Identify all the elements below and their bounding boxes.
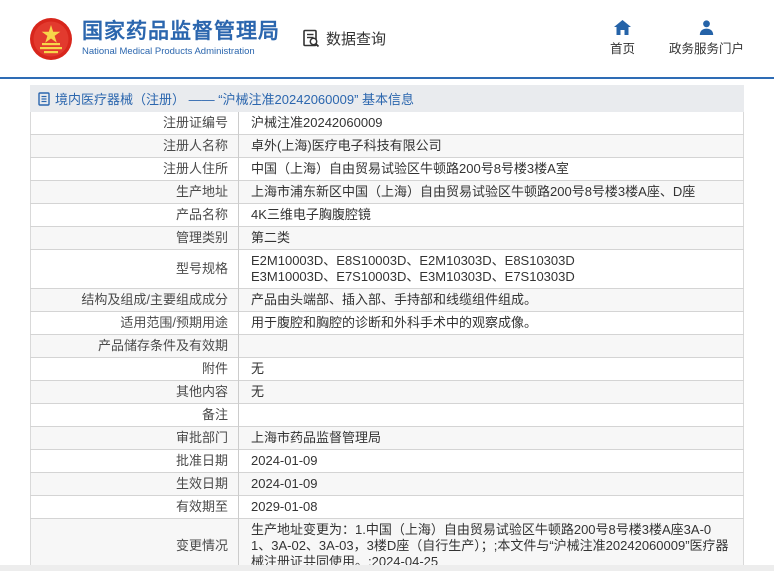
table-row: 变更情况 生产地址变更为：1.中国（上海）自由贸易试验区牛顿路200号8号楼3楼A… — [30, 518, 744, 571]
table-row: 产品名称 4K三维电子胸腹腔镜 — [30, 203, 744, 227]
table-row: 注册人名称 卓外(上海)医疗电子科技有限公司 — [30, 134, 744, 158]
agency-title-block: 国家药品监督管理局 National Medical Products Admi… — [82, 20, 280, 57]
nav-portal-label: 政务服务门户 — [668, 42, 744, 56]
site-header: 国家药品监督管理局 National Medical Products Admi… — [0, 0, 774, 79]
table-row: 生产地址 上海市浦东新区中国（上海）自由贸易试验区牛顿路200号8号楼3楼A座、D… — [30, 180, 744, 204]
table-row: 型号规格 E2M10003D、E8S10003D、E2M10303D、E8S103… — [30, 249, 744, 289]
row-value: 卓外(上海)医疗电子科技有限公司 — [238, 134, 744, 158]
row-value — [238, 403, 744, 427]
home-icon — [613, 20, 631, 35]
page-title: 境内医疗器械（注册） —— “沪械注准20242060009” 基本信息 — [55, 92, 415, 107]
main-content: 境内医疗器械（注册） —— “沪械注准20242060009” 基本信息 注册证… — [0, 79, 774, 571]
row-value: 中国（上海）自由贸易试验区牛顿路200号8号楼3楼A室 — [238, 157, 744, 181]
row-label: 审批部门 — [175, 430, 228, 445]
table-row: 产品储存条件及有效期 — [30, 334, 744, 358]
row-value: 上海市浦东新区中国（上海）自由贸易试验区牛顿路200号8号楼3楼A座、D座 — [238, 180, 744, 204]
agency-brand: 国家药品监督管理局 National Medical Products Admi… — [30, 17, 280, 60]
row-label: 附件 — [201, 361, 228, 376]
row-value: 2024-01-09 — [238, 449, 744, 473]
header-nav: 首页 政务服务门户 — [610, 20, 744, 57]
row-value: 生产地址变更为：1.中国（上海）自由贸易试验区牛顿路200号8号楼3楼A座3A-… — [238, 518, 744, 571]
table-row: 其他内容无 — [30, 380, 744, 404]
agency-name-en: National Medical Products Administration — [82, 46, 255, 58]
row-value: 4K三维电子胸腹腔镜 — [238, 203, 744, 227]
row-value: 2024-01-09 — [238, 472, 744, 496]
row-label: 产品储存条件及有效期 — [97, 338, 228, 353]
row-label: 有效期至 — [175, 499, 228, 514]
row-label: 生效日期 — [175, 476, 228, 491]
row-value: 沪械注准20242060009 — [238, 112, 744, 135]
row-label: 其他内容 — [175, 384, 228, 399]
agency-name-cn: 国家药品监督管理局 — [82, 19, 280, 43]
table-row: 审批部门 上海市药品监督管理局 — [30, 426, 744, 450]
nav-item-gov-portal[interactable]: 政务服务门户 — [669, 20, 744, 57]
national-emblem-logo — [30, 17, 72, 60]
data-query-label: 数据查询 — [326, 31, 387, 48]
row-label: 注册证编号 — [162, 115, 228, 130]
row-value: 用于腹腔和胸腔的诊断和外科手术中的观察成像。 — [238, 311, 744, 335]
table-row: 管理类别 第二类 — [30, 226, 744, 250]
table-row: 结构及组成/主要组成成分 产品由头端部、插入部、手持部和线缆组件组成。 — [30, 288, 744, 312]
row-value: 2029-01-08 — [238, 495, 744, 519]
registration-info-table: 注册证编号 沪械注准20242060009 注册人名称 卓外(上海)医疗电子科技有限公… — [30, 112, 744, 571]
nav-item-home[interactable]: 首页 — [610, 20, 635, 57]
table-row: 注册证编号 沪械注准20242060009 — [31, 112, 744, 135]
row-label: 备注 — [201, 407, 228, 422]
table-row: 批准日期 2024-01-09 — [30, 449, 744, 473]
row-value: E2M10003D、E8S10003D、E2M10303D、E8S10303D … — [238, 249, 744, 289]
page-title-bar: 境内医疗器械（注册） —— “沪械注准20242060009” 基本信息 — [30, 85, 744, 112]
table-row: 生效日期 2024-01-09 — [30, 472, 744, 496]
row-value: 第二类 — [238, 226, 744, 250]
row-value — [238, 334, 744, 358]
table-row: 有效期至 2029-01-08 — [30, 495, 744, 519]
document-search-icon — [303, 29, 320, 48]
row-value: 无 — [238, 357, 744, 381]
row-value: 上海市药品监督管理局 — [238, 426, 744, 450]
info-table-body: 注册证编号 沪械注准20242060009 注册人名称 卓外(上海)医疗电子科技有限公… — [30, 112, 744, 571]
row-label: 注册人住所 — [162, 161, 228, 176]
row-value: 产品由头端部、插入部、手持部和线缆组件组成。 — [238, 288, 744, 312]
table-row: 适用范围/预期用途 用于腹腔和胸腔的诊断和外科手术中的观察成像。 — [30, 311, 744, 335]
row-label: 管理类别 — [175, 230, 228, 245]
data-query-menu[interactable]: 数据查询 — [302, 28, 386, 49]
row-value: 无 — [238, 380, 744, 404]
nav-home-label: 首页 — [609, 42, 635, 56]
table-row: 备注 — [30, 403, 744, 427]
table-row: 注册人住所 中国（上海）自由贸易试验区牛顿路200号8号楼3楼A室 — [30, 157, 744, 181]
row-label: 生产地址 — [175, 184, 228, 199]
row-label: 结构及组成/主要组成成分 — [81, 292, 228, 307]
row-label: 产品名称 — [175, 207, 228, 222]
row-label: 型号规格 — [175, 261, 228, 276]
row-label: 注册人名称 — [162, 138, 228, 153]
footer-strip — [0, 565, 774, 571]
document-icon — [38, 91, 50, 106]
person-icon — [699, 20, 714, 35]
row-label: 批准日期 — [175, 453, 228, 468]
row-label: 变更情况 — [175, 538, 228, 553]
row-label: 适用范围/预期用途 — [120, 315, 228, 330]
table-row: 附件无 — [30, 357, 744, 381]
